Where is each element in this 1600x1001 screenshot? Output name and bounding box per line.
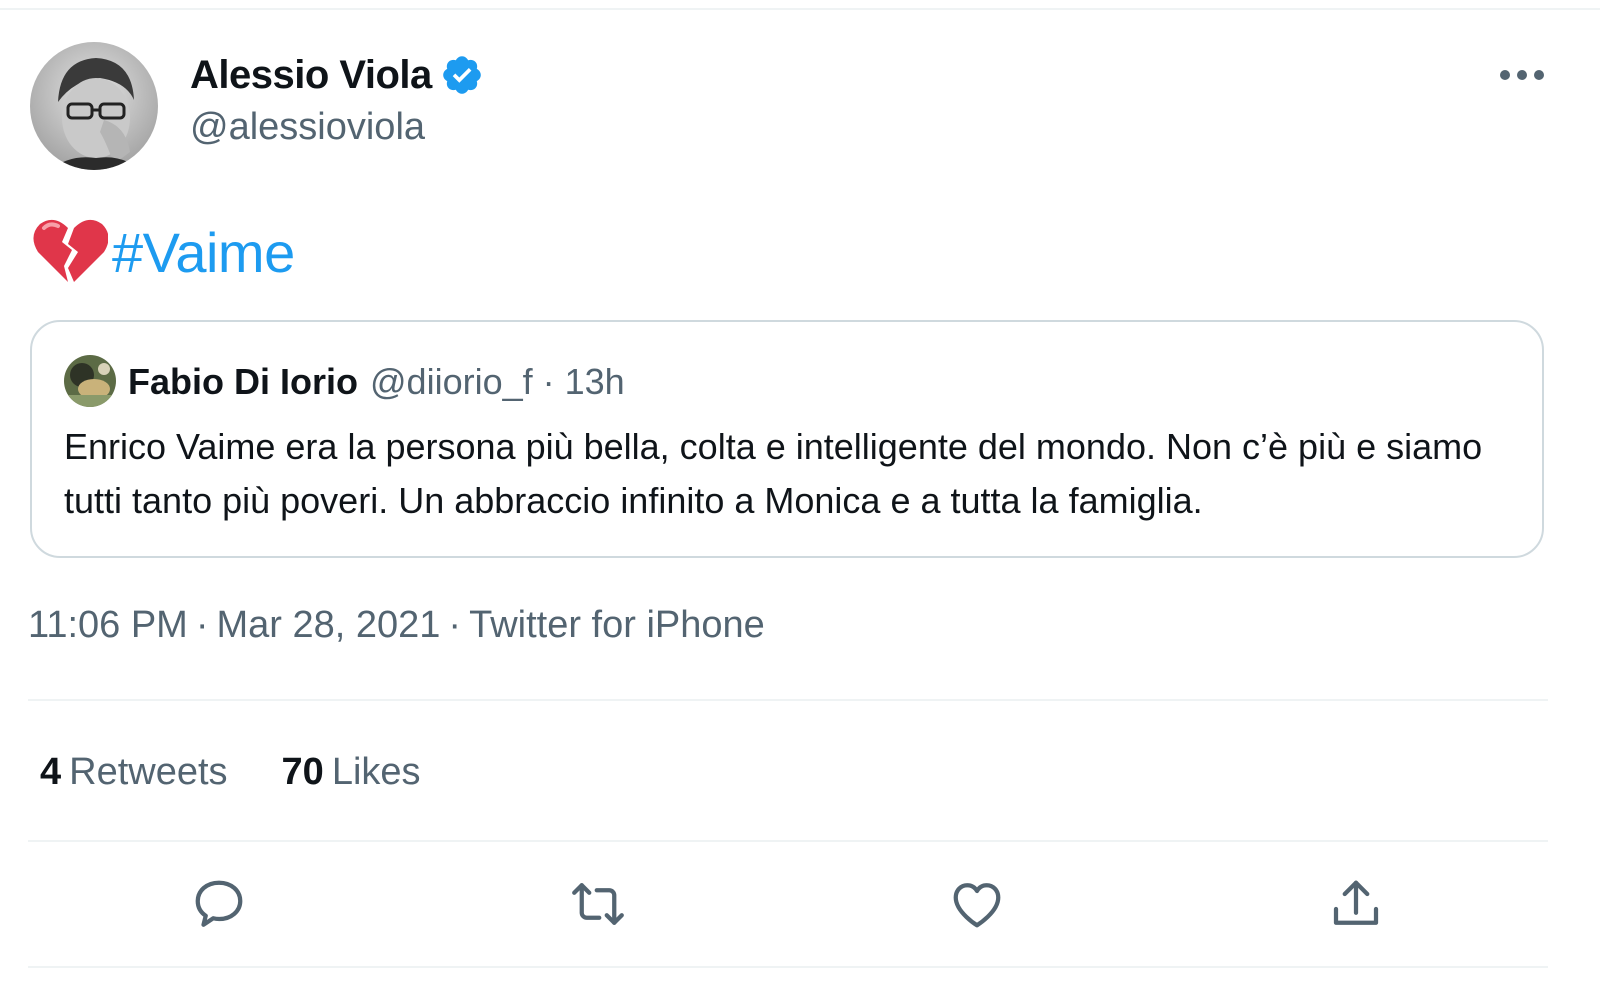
tweet-time[interactable]: 11:06 PM bbox=[28, 604, 188, 646]
tweet-source-link[interactable]: Twitter for iPhone bbox=[469, 604, 765, 646]
verified-badge-icon bbox=[442, 56, 481, 94]
tweet-stats: 4 Retweets 70 Likes bbox=[40, 744, 421, 800]
retweet-icon[interactable] bbox=[568, 874, 628, 934]
share-icon[interactable] bbox=[1326, 874, 1386, 934]
author-name-row: Alessio Viola bbox=[190, 50, 484, 100]
top-divider bbox=[0, 8, 1600, 10]
broken-heart-icon bbox=[33, 219, 108, 282]
tweet-date[interactable]: Mar 28, 2021 bbox=[217, 604, 441, 646]
retweets-count: 4 bbox=[40, 750, 62, 793]
meta-separator: · bbox=[195, 604, 209, 646]
retweets-stat[interactable]: 4 Retweets bbox=[40, 751, 228, 794]
retweets-label: Retweets bbox=[69, 750, 228, 793]
tweet-text: #Vaime bbox=[32, 212, 295, 292]
quoted-tweet-card[interactable]: Fabio Di Iorio @diiorio_f · 13h Enrico V… bbox=[30, 320, 1544, 558]
quoted-author-name: Fabio Di Iorio bbox=[128, 361, 358, 402]
more-options-icon[interactable] bbox=[1494, 58, 1550, 92]
author-avatar[interactable] bbox=[30, 42, 158, 170]
author-handle[interactable]: @alessioviola bbox=[190, 106, 425, 149]
quoted-header: Fabio Di Iorio @diiorio_f · 13h bbox=[128, 356, 625, 408]
quoted-separator: · bbox=[542, 361, 555, 402]
reply-icon[interactable] bbox=[189, 874, 249, 934]
quoted-timestamp: 13h bbox=[564, 361, 625, 402]
divider bbox=[28, 840, 1548, 842]
divider bbox=[28, 966, 1548, 968]
tweet-meta: 11:06 PM · Mar 28, 2021 · Twitter for iPhone bbox=[28, 604, 765, 647]
author-name[interactable]: Alessio Viola bbox=[190, 53, 432, 98]
quoted-tweet-text: Enrico Vaime era la persona più bella, c… bbox=[64, 426, 1483, 521]
hashtag-link[interactable]: #Vaime bbox=[112, 220, 295, 285]
likes-label: Likes bbox=[331, 750, 421, 793]
quoted-author-avatar[interactable] bbox=[64, 355, 116, 407]
divider bbox=[28, 699, 1548, 701]
likes-stat[interactable]: 70 Likes bbox=[282, 751, 421, 794]
meta-separator: · bbox=[448, 604, 462, 646]
like-icon[interactable] bbox=[947, 874, 1007, 934]
likes-count: 70 bbox=[281, 750, 324, 793]
quoted-author-handle: @diiorio_f bbox=[370, 361, 533, 402]
